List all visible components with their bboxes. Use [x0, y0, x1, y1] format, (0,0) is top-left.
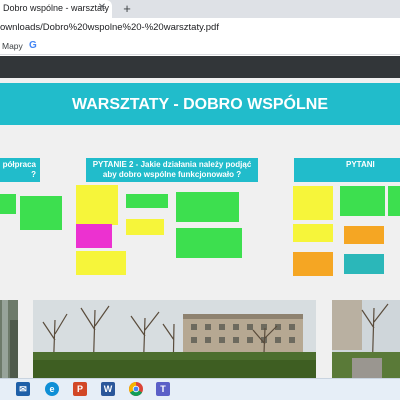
sticky-note	[340, 186, 385, 216]
sticky-note	[388, 186, 400, 216]
sticky-note	[126, 194, 168, 208]
tab-dobro-wspolne[interactable]: Dobro wspólne - warsztaty ✕	[0, 0, 112, 18]
plus-icon[interactable]: +	[119, 1, 135, 17]
powerpoint-icon[interactable]: P	[73, 382, 87, 396]
sticky-note	[76, 224, 112, 248]
teams-icon[interactable]: T	[156, 382, 170, 396]
close-icon[interactable]: ✕	[96, 2, 108, 14]
title-banner: WARSZTATY - DOBRO WSPÓLNE	[0, 83, 400, 125]
pdf-viewer: WARSZTATY - DOBRO WSPÓLNE półpraca ? PYT…	[0, 56, 400, 378]
sticky-note	[344, 254, 384, 274]
photo-park	[33, 300, 316, 378]
sticky-note	[293, 224, 333, 242]
google-icon[interactable]: G	[29, 40, 37, 51]
sticky-note	[176, 228, 242, 258]
sticky-note	[126, 219, 164, 235]
sticky-note	[76, 185, 118, 225]
bookmark-mapy[interactable]: Mapy	[2, 41, 23, 51]
bookmarks-bar: Mapy G	[0, 38, 400, 55]
word-icon[interactable]: W	[101, 382, 115, 396]
tab-title: Dobro wspólne - warsztaty	[3, 3, 110, 13]
sticky-note	[20, 196, 62, 230]
sticky-note	[293, 186, 333, 220]
sticky-note	[344, 226, 384, 244]
url-text[interactable]: ownloads/Dobro%20wspolne%20-%20warsztaty…	[0, 22, 219, 33]
page-title: WARSZTATY - DOBRO WSPÓLNE	[72, 96, 328, 113]
question-2-header: PYTANIE 2 - Jakie działania należy podją…	[86, 158, 258, 182]
edge-icon[interactable]: e	[45, 382, 59, 396]
mail-icon[interactable]: ✉	[16, 382, 30, 396]
question-1-header: półpraca ?	[0, 158, 40, 182]
question-1-text: półpraca ?	[2, 160, 36, 179]
pdf-page: WARSZTATY - DOBRO WSPÓLNE półpraca ? PYT…	[0, 78, 400, 378]
taskbar: ✉ e P W T	[0, 378, 400, 400]
question-3-header: PYTANI	[294, 158, 400, 182]
pdf-toolbar	[0, 56, 400, 78]
address-bar[interactable]: ownloads/Dobro%20wspolne%20-%20warsztaty…	[0, 18, 400, 38]
sticky-note	[0, 194, 16, 214]
chrome-icon[interactable]	[129, 382, 143, 396]
sticky-note	[293, 252, 333, 276]
sticky-note	[76, 251, 126, 275]
sticky-note	[176, 192, 239, 222]
photo-right	[332, 300, 400, 378]
browser-tab-bar: Dobro wspólne - warsztaty ✕ +	[0, 0, 400, 18]
photo-left	[0, 300, 18, 378]
